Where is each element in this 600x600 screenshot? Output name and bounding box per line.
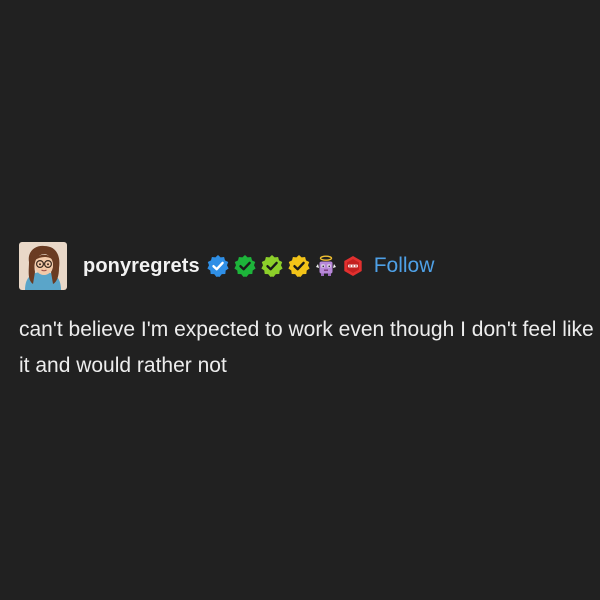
angel-sprite-badge-icon[interactable] [314,254,338,278]
avatar[interactable] [19,242,67,290]
post-header: ponyregrets Follow [19,240,594,292]
green-verified-badge-icon[interactable] [233,254,257,278]
follow-button[interactable]: Follow [374,254,435,278]
post-body-text: can't believe I'm expected to work even … [19,318,594,377]
badge-list [206,254,368,278]
username[interactable]: ponyregrets [83,255,200,278]
blue-verified-badge-icon[interactable] [206,254,230,278]
post: ponyregrets Follow can't believe I'm exp… [19,240,594,384]
lime-verified-badge-icon[interactable] [260,254,284,278]
yellow-verified-badge-icon[interactable] [287,254,311,278]
avatar-illustration-icon [19,242,67,290]
red-counter-badge-icon[interactable] [341,254,365,278]
